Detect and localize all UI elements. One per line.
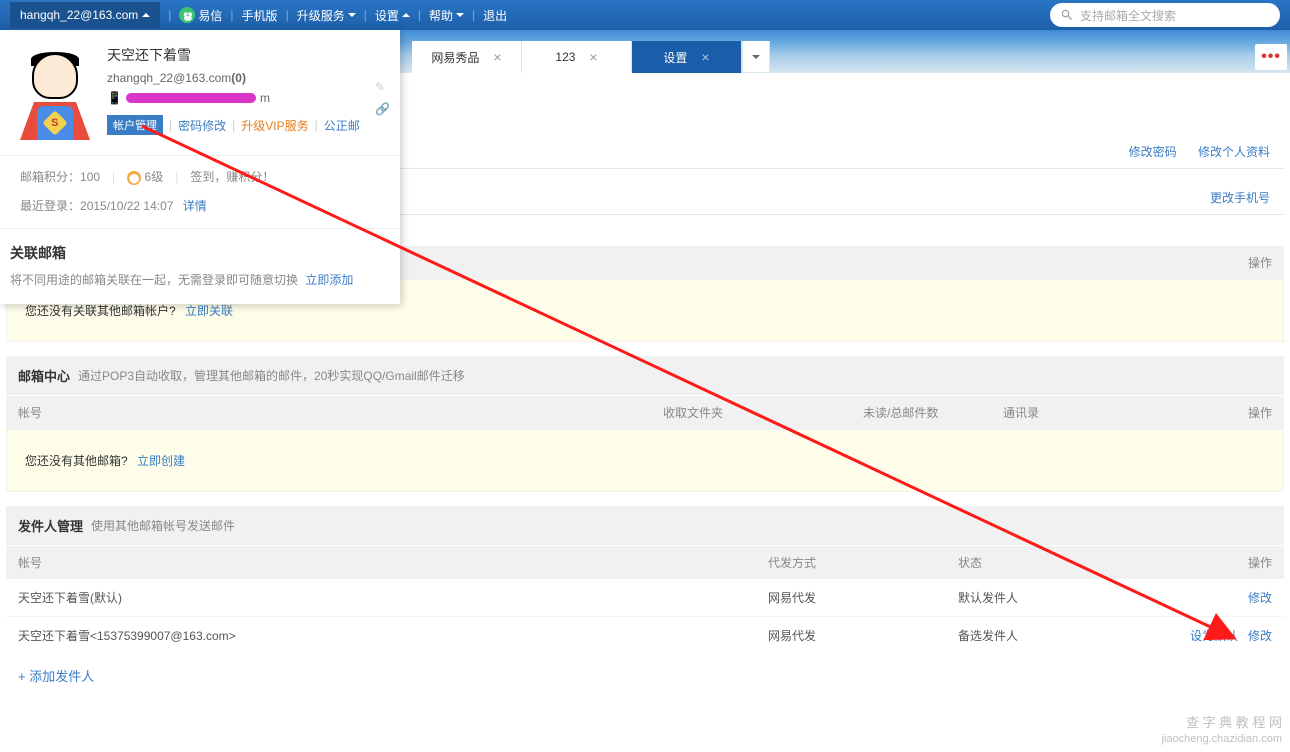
redacted-phone <box>126 93 256 103</box>
watermark: 查 字 典 教 程 网 jiaocheng.chazidian.com <box>1162 715 1282 746</box>
tab-123[interactable]: 123 × <box>522 41 632 73</box>
search-icon <box>1060 8 1074 22</box>
account-email: hangqh_22@163.com <box>20 8 138 22</box>
edit-icon[interactable]: ✎ <box>375 80 390 94</box>
table-row: 天空还下着雪<15375399007@163.com>网易代发备选发件人设为默认… <box>6 616 1284 654</box>
phone-icon: 📱 <box>107 91 122 105</box>
avatar[interactable] <box>15 45 95 140</box>
user-nickname: 天空还下着雪 <box>107 45 385 65</box>
tab-bar: 网易秀品 × 123 × 设置 × <box>412 41 770 73</box>
sender-mgmt-header: 发件人管理 使用其他邮箱帐号发送邮件 <box>6 506 1284 545</box>
table-row: 天空还下着雪(默认)网易代发默认发件人修改 <box>6 579 1284 616</box>
help-link[interactable]: 帮助 <box>429 7 464 24</box>
link-icon[interactable]: 🔗 <box>375 102 390 116</box>
login-detail-link[interactable]: 详情 <box>183 199 207 213</box>
user-email: zhangqh_22@163.com(0) <box>107 71 385 85</box>
change-password-link[interactable]: 密码修改 <box>178 117 226 134</box>
close-icon[interactable]: × <box>701 49 709 65</box>
notary-mail-link[interactable]: 公正邮 <box>324 117 360 134</box>
add-sender-link[interactable]: + 添加发件人 <box>6 654 1284 697</box>
search-placeholder: 支持邮箱全文搜索 <box>1080 7 1176 24</box>
mailbox-center-header: 邮箱中心 通过POP3自动收取，管理其他邮箱的邮件，20秒实现QQ/Gmail邮… <box>6 356 1284 395</box>
tab-netease-show[interactable]: 网易秀品 × <box>412 41 522 73</box>
yixin-link[interactable]: ൠ 易信 <box>179 7 222 24</box>
account-manage-button[interactable]: 帐户管理 <box>107 115 163 135</box>
edit-profile-link[interactable]: 修改个人资料 <box>1198 145 1270 159</box>
account-dropdown-trigger[interactable]: hangqh_22@163.com <box>10 2 160 28</box>
chevron-up-icon <box>142 13 150 17</box>
upgrade-link[interactable]: 升级服务 <box>297 7 356 24</box>
signin-link[interactable]: 签到，赚积分！ <box>190 168 274 185</box>
close-icon[interactable]: × <box>493 49 501 65</box>
account-dropdown-panel: 天空还下着雪 zhangqh_22@163.com(0) 📱 m 帐户管理 | … <box>0 30 400 304</box>
close-icon[interactable]: × <box>589 49 597 65</box>
chevron-up-icon <box>402 13 410 17</box>
chevron-down-icon <box>348 13 356 17</box>
settings-link[interactable]: 设置 <box>375 7 410 24</box>
row-action-link[interactable]: 修改 <box>1248 591 1272 605</box>
row-action-link[interactable]: 设为默认 <box>1190 629 1238 643</box>
chevron-down-icon <box>456 13 464 17</box>
center-empty-notice: 您还没有其他邮箱? 立即创建 <box>6 429 1284 492</box>
change-password-link[interactable]: 修改密码 <box>1129 145 1177 159</box>
top-bar: hangqh_22@163.com | ൠ 易信 | 手机版 | 升级服务 | … <box>0 0 1290 30</box>
sender-table-header: 帐号 代发方式 状态 操作 <box>6 546 1284 579</box>
change-phone-link[interactable]: 更改手机号 <box>1210 191 1270 205</box>
tab-more-button[interactable] <box>742 41 770 73</box>
create-now-link[interactable]: 立即创建 <box>137 454 185 468</box>
search-input[interactable]: 支持邮箱全文搜索 <box>1050 3 1280 27</box>
logout-link[interactable]: 退出 <box>483 7 507 24</box>
upgrade-vip-link[interactable]: 升级VIP服务 <box>241 117 308 134</box>
sender-table-body: 天空还下着雪(默认)网易代发默认发件人修改天空还下着雪<15375399007@… <box>6 579 1284 654</box>
yixin-icon: ൠ <box>179 7 195 23</box>
tab-settings[interactable]: 设置 × <box>632 41 742 73</box>
assoc-title: 关联邮箱 <box>10 243 400 263</box>
coin-icon: ⬤ <box>127 171 141 185</box>
mobile-link[interactable]: 手机版 <box>242 7 278 24</box>
chevron-down-icon <box>752 55 760 59</box>
row-action-link[interactable]: 修改 <box>1248 629 1272 643</box>
assoc-now-link[interactable]: 立即关联 <box>185 304 233 318</box>
user-phone: 📱 m <box>107 91 385 105</box>
overflow-menu-button[interactable]: ••• <box>1255 44 1287 70</box>
assoc-add-link[interactable]: 立即添加 <box>305 273 353 287</box>
center-table-header: 帐号 收取文件夹 未读/总邮件数 通讯录 操作 <box>6 396 1284 429</box>
